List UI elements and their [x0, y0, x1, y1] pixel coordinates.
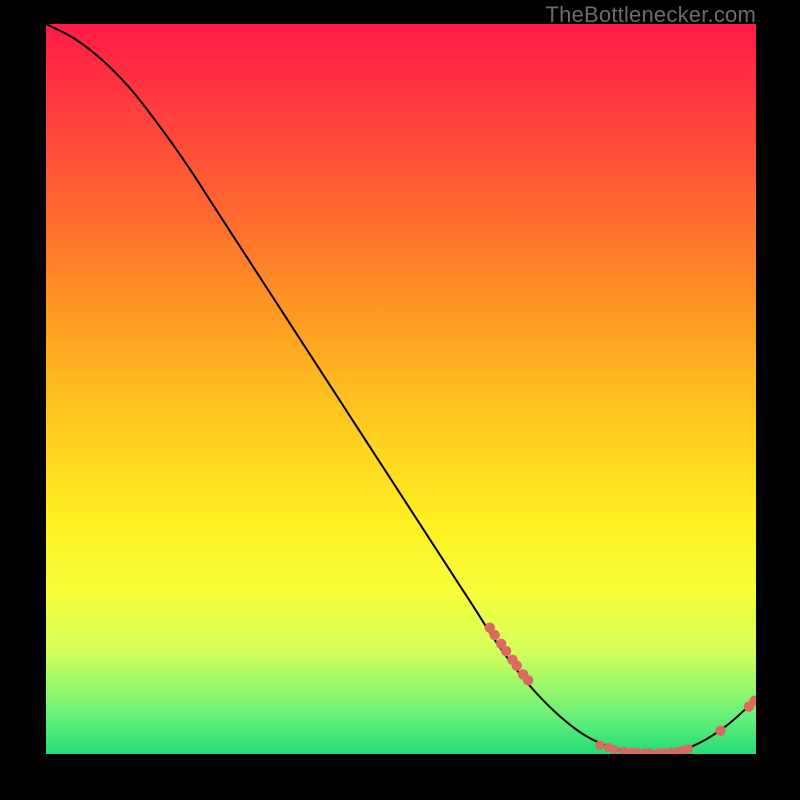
bottleneck-curve	[46, 24, 756, 754]
data-point	[490, 630, 500, 640]
data-point	[715, 725, 725, 735]
data-point	[512, 660, 522, 670]
data-point	[610, 745, 619, 754]
data-point	[619, 746, 628, 754]
plot-area	[46, 24, 756, 754]
data-point	[595, 741, 604, 750]
curve-path	[46, 24, 756, 754]
data-point	[684, 744, 693, 753]
data-point	[523, 675, 533, 685]
data-point	[501, 646, 511, 656]
chart-container: TheBottlenecker.com	[0, 0, 800, 800]
